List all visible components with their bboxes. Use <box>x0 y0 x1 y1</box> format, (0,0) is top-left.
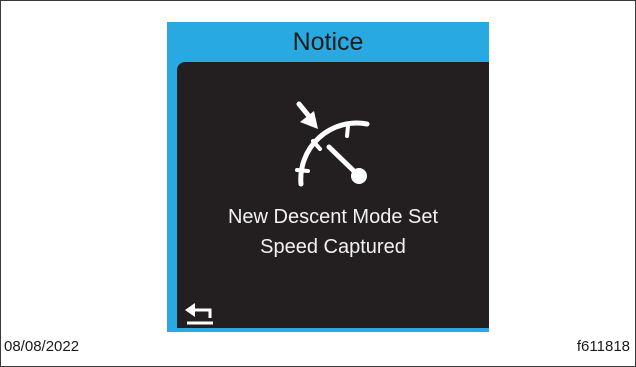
notice-message: New Descent Mode Set Speed Captured <box>177 202 489 262</box>
notice-dialog: Notice New Descent Mode Set Speed Captur… <box>167 22 489 332</box>
notice-title: Notice <box>292 28 364 56</box>
speedometer-capture-icon <box>295 101 370 187</box>
message-line-1: New Descent Mode Set <box>227 206 439 228</box>
back-button[interactable] <box>183 302 217 326</box>
message-line-2: Speed Captured <box>260 236 406 258</box>
back-arrow-icon <box>185 303 213 325</box>
figure-code: f611818 <box>576 338 630 355</box>
notice-panel: New Descent Mode Set Speed Captured <box>177 62 489 328</box>
footer-date: 08/08/2022 <box>4 338 80 355</box>
